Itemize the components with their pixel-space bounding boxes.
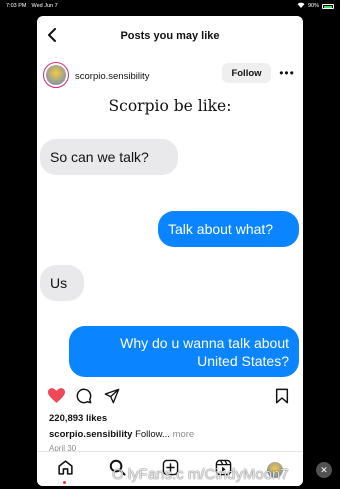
comment-button[interactable]: [75, 388, 93, 409]
device-frame: 7:03 PM Wed Jun 7 90% Posts you may like…: [0, 0, 340, 489]
chevron-left-icon: [46, 27, 58, 47]
meme-title: Scorpio be like:: [108, 97, 232, 115]
message-bubble-outgoing: Talk about what?: [158, 211, 299, 247]
top-bar: Posts you may like: [37, 16, 303, 56]
post-username[interactable]: scorpio.sensibility: [75, 71, 149, 82]
wifi-icon: [297, 2, 305, 10]
caption-text: Follow...: [135, 429, 170, 440]
notification-dot: [63, 481, 66, 484]
comment-icon: [76, 388, 92, 409]
status-bar: 7:03 PM Wed Jun 7 90%: [0, 0, 340, 12]
nav-home[interactable]: [55, 460, 75, 480]
save-button[interactable]: [273, 388, 291, 409]
post-actions: [37, 388, 303, 409]
message-bubble-incoming: So can we talk?: [40, 139, 178, 175]
status-date: Wed Jun 7: [31, 3, 58, 9]
avatar[interactable]: [43, 62, 69, 88]
watermark: O lyFans.c m/CindyMoon7: [112, 466, 289, 483]
bookmark-icon: [275, 388, 289, 409]
send-icon: [104, 388, 120, 409]
close-icon[interactable]: ✕: [316, 462, 332, 478]
more-options-button[interactable]: •••: [278, 64, 296, 82]
status-time: 7:03 PM: [6, 3, 27, 9]
post-caption: scorpio.sensibility Follow... more: [49, 429, 194, 440]
battery-percent: 90%: [307, 3, 319, 9]
post-image[interactable]: Scorpio be like: So can we talk? Talk ab…: [37, 95, 303, 384]
like-button[interactable]: [47, 388, 65, 408]
message-bubble-outgoing: Why do u wanna talk about United States?: [69, 326, 299, 377]
app-screen: Posts you may like scorpio.sensibility F…: [37, 16, 303, 486]
like-count[interactable]: 220,893 likes: [49, 413, 107, 424]
page-title: Posts you may like: [120, 30, 220, 42]
home-icon: [57, 459, 74, 481]
share-button[interactable]: [103, 388, 121, 409]
follow-button[interactable]: Follow: [222, 63, 271, 83]
caption-username[interactable]: scorpio.sensibility: [49, 429, 132, 440]
message-bubble-incoming: Us: [40, 265, 84, 301]
back-button[interactable]: [43, 27, 61, 47]
caption-more-link[interactable]: more: [173, 429, 195, 440]
heart-icon: [47, 388, 65, 408]
battery-icon: [322, 3, 334, 9]
